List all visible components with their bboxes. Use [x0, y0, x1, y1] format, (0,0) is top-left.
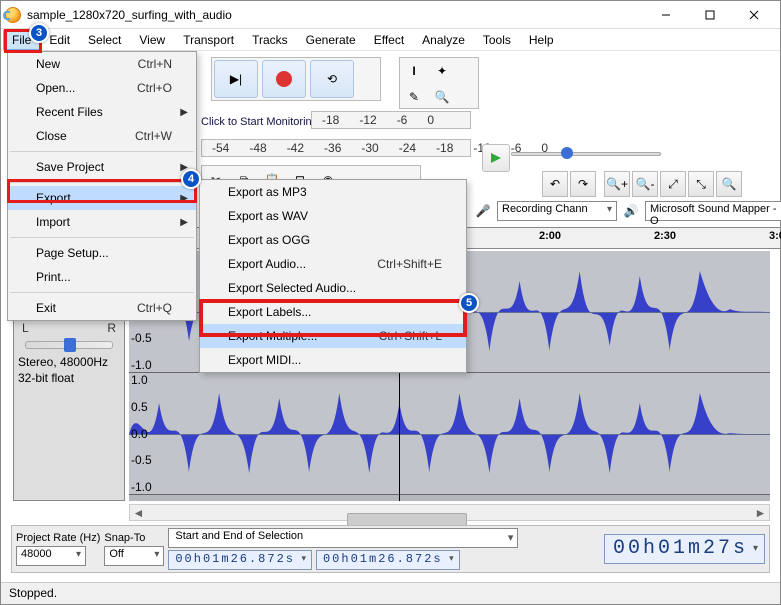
menu-export-multiple[interactable]: Export Multiple...Ctrl+Shift+L: [200, 324, 466, 348]
menu-new[interactable]: NewCtrl+N: [8, 52, 196, 76]
redo-icon: ↷: [578, 177, 588, 191]
file-menu-dropdown: NewCtrl+N Open...Ctrl+O Recent Files▶ Cl…: [7, 51, 197, 321]
minimize-button[interactable]: [644, 1, 688, 29]
snap-to-select[interactable]: Off: [104, 546, 164, 566]
menu-effect[interactable]: Effect: [365, 30, 413, 50]
zoom-in-icon: 🔍+: [606, 177, 628, 191]
speaker-icon: 🔊: [621, 202, 641, 220]
selection-toolbar: Project Rate (Hz) 48000 Snap-To Off Star…: [11, 525, 770, 573]
close-button[interactable]: [732, 1, 776, 29]
envelope-tool-button[interactable]: ✦: [429, 59, 455, 83]
menu-export-wav[interactable]: Export as WAV: [200, 204, 466, 228]
playback-meter-scale: -54-48-42-36-30-24-18-12-60: [201, 139, 471, 157]
menu-export[interactable]: Export▶: [8, 186, 196, 210]
scroll-right-button[interactable]: ►: [752, 505, 769, 520]
menu-open[interactable]: Open...Ctrl+O: [8, 76, 196, 100]
menu-transport[interactable]: Transport: [174, 30, 243, 50]
envelope-icon: ✦: [437, 64, 447, 78]
annotation-5: 5: [459, 293, 479, 313]
annotation-3: 3: [29, 23, 49, 43]
menu-export-audio[interactable]: Export Audio...Ctrl+Shift+E: [200, 252, 466, 276]
selection-start-time[interactable]: 00h01m26.872s: [168, 550, 312, 570]
audio-position-time[interactable]: 00h01m27s: [604, 534, 765, 564]
maximize-button[interactable]: [688, 1, 732, 29]
menu-close[interactable]: CloseCtrl+W: [8, 124, 196, 148]
menu-tracks[interactable]: Tracks: [243, 30, 297, 50]
export-submenu: Export as MP3 Export as WAV Export as OG…: [199, 179, 467, 373]
device-toolbar: 🎤 Recording Chann 🔊 Microsoft Sound Mapp…: [471, 201, 781, 221]
menu-export-selected[interactable]: Export Selected Audio...: [200, 276, 466, 300]
playback-speed-slider[interactable]: [511, 149, 661, 161]
zoom-in-button[interactable]: 🔍+: [604, 171, 630, 197]
zoom-tool-button[interactable]: 🔍: [429, 85, 455, 109]
recording-channels-select[interactable]: Recording Chann: [497, 201, 617, 221]
playback-device-select[interactable]: Microsoft Sound Mapper - O: [645, 201, 781, 221]
menu-recent-files[interactable]: Recent Files▶: [8, 100, 196, 124]
record-meter-hint[interactable]: Click to Start Monitoring: [201, 116, 318, 128]
app-icon: [5, 7, 21, 23]
magnifier-icon: 🔍: [435, 90, 450, 104]
undo-icon: ↶: [550, 177, 560, 191]
status-text: Stopped.: [9, 586, 57, 600]
menu-help[interactable]: Help: [520, 30, 563, 50]
zoom-out-button[interactable]: 🔍-: [632, 171, 658, 197]
menu-export-ogg[interactable]: Export as OGG: [200, 228, 466, 252]
menu-analyze[interactable]: Analyze: [413, 30, 474, 50]
project-rate-select[interactable]: 48000: [16, 546, 86, 566]
loop-button[interactable]: ⟲: [310, 60, 354, 98]
skip-end-button[interactable]: ▶|: [214, 60, 258, 98]
zoom-out-icon: 🔍-: [636, 177, 655, 191]
pan-slider[interactable]: [25, 341, 113, 349]
menu-export-labels[interactable]: Export Labels...: [200, 300, 466, 324]
menu-print[interactable]: Print...: [8, 265, 196, 289]
menu-bar: File Edit Select View Transport Tracks G…: [1, 29, 780, 51]
mic-icon: 🎤: [473, 202, 493, 220]
transport-toolbar: ▶| ⟲: [211, 57, 381, 101]
status-bar: Stopped.: [1, 582, 780, 604]
menu-export-midi[interactable]: Export MIDI...: [200, 348, 466, 372]
annotation-4: 4: [181, 169, 201, 189]
record-button[interactable]: [262, 60, 306, 98]
scroll-left-button[interactable]: ◄: [130, 505, 147, 520]
menu-import[interactable]: Import▶: [8, 210, 196, 234]
waveform-channel-right[interactable]: 1.00.50.0-0.5-1.0: [129, 373, 770, 495]
fit-project-button[interactable]: ⤡: [688, 171, 714, 197]
horizontal-scrollbar[interactable]: ◄ ►: [129, 504, 770, 521]
record-meter-scale: -18-12-60: [311, 111, 471, 129]
selection-tool-button[interactable]: I: [401, 59, 427, 83]
tools-toolbar: I ✦ ✎ 🔍 ✱: [399, 57, 479, 109]
menu-select[interactable]: Select: [79, 30, 130, 50]
redo-button[interactable]: ↷: [570, 171, 596, 197]
menu-tools[interactable]: Tools: [474, 30, 520, 50]
play-icon: [490, 152, 502, 164]
pencil-icon: ✎: [409, 90, 419, 104]
draw-tool-button[interactable]: ✎: [401, 85, 427, 109]
history-zoom-toolbar: ↶ ↷ 🔍+ 🔍- ⤢ ⤡ 🔍: [541, 171, 743, 197]
menu-export-mp3[interactable]: Export as MP3: [200, 180, 466, 204]
title-bar: sample_1280x720_surfing_with_audio: [1, 1, 780, 29]
menu-page-setup[interactable]: Page Setup...: [8, 241, 196, 265]
chevron-right-icon: ▶: [180, 107, 188, 118]
menu-save-project[interactable]: Save Project▶: [8, 155, 196, 179]
menu-generate[interactable]: Generate: [297, 30, 365, 50]
window-title: sample_1280x720_surfing_with_audio: [27, 8, 644, 22]
zoom-toggle-button[interactable]: 🔍: [716, 171, 742, 197]
selection-mode-select[interactable]: Start and End of Selection: [168, 528, 518, 548]
menu-view[interactable]: View: [130, 30, 174, 50]
fit-selection-button[interactable]: ⤢: [660, 171, 686, 197]
menu-exit[interactable]: ExitCtrl+Q: [8, 296, 196, 320]
undo-button[interactable]: ↶: [542, 171, 568, 197]
play-at-speed-button[interactable]: [482, 144, 510, 172]
selection-end-time[interactable]: 00h01m26.872s: [316, 550, 460, 570]
